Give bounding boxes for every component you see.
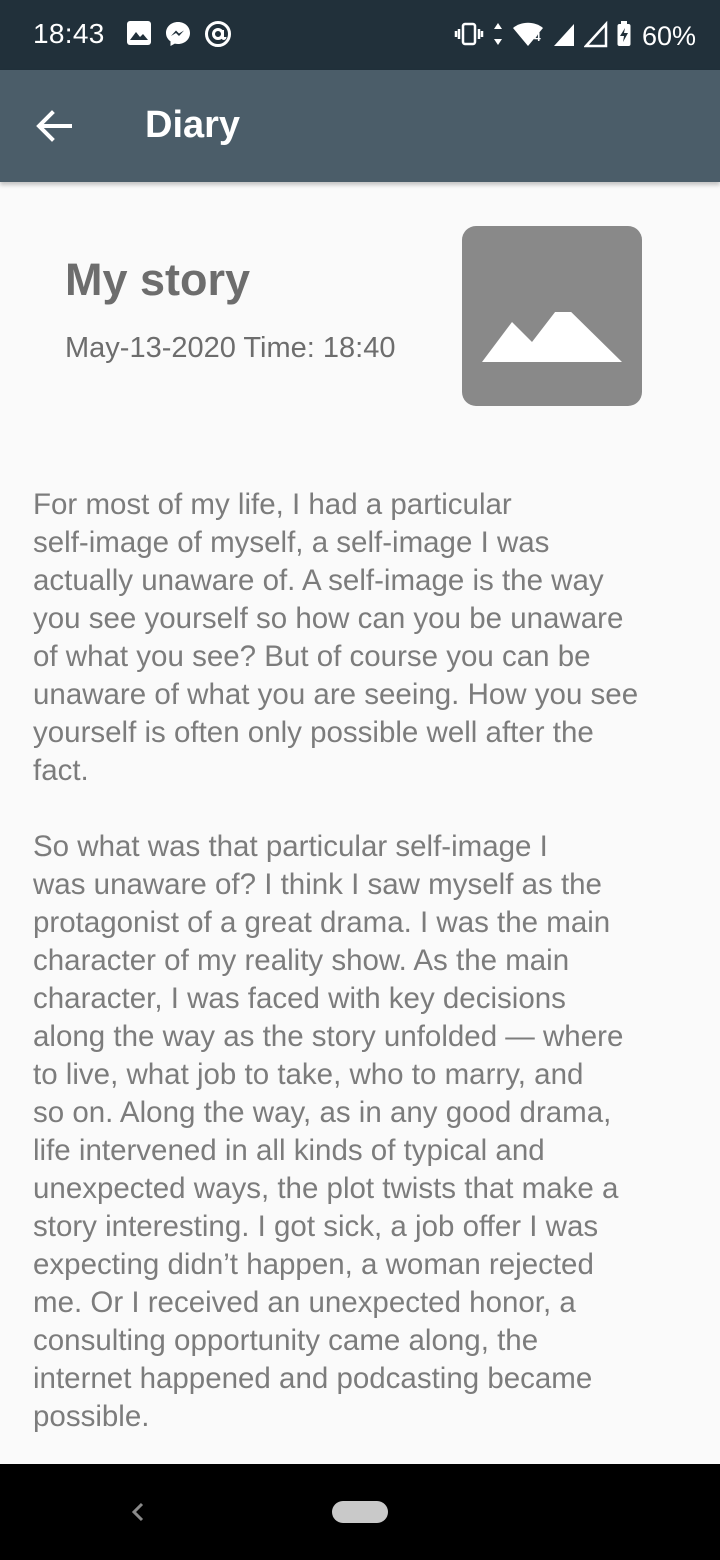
entry-image-placeholder[interactable] (462, 226, 642, 406)
app-title: Diary (145, 104, 241, 146)
status-system-icons: 4 60% (454, 20, 696, 53)
navigation-bar (0, 1464, 720, 1560)
vibrate-icon (454, 20, 484, 53)
at-sign-icon (204, 20, 232, 48)
app-bar: Diary (0, 70, 720, 182)
status-notification-icons (126, 20, 232, 48)
battery-percentage: 60% (641, 21, 696, 51)
nav-back-button[interactable] (128, 1498, 148, 1531)
entry-body: For most of my life, I had a particular … (33, 488, 639, 1433)
image-placeholder-icon (482, 312, 622, 362)
signal-icon (552, 20, 576, 53)
wifi-icon: 4 (512, 20, 544, 53)
entry-date: May-13-2020 Time: 18:40 (65, 332, 396, 364)
battery-charging-icon (616, 20, 632, 53)
entry-title: My story (65, 254, 251, 305)
signal-no-sim-icon (583, 20, 608, 53)
back-button[interactable] (28, 100, 80, 152)
nav-back-icon (131, 1502, 144, 1522)
status-time: 18:43 (33, 18, 105, 49)
arrow-back-icon (36, 110, 72, 142)
wifi-badge: 4 (533, 30, 541, 44)
diary-entry: My story May-13-2020 Time: 18:40 For mos… (0, 182, 720, 1464)
messenger-icon (164, 20, 192, 48)
status-bar: 18:43 4 60% (0, 0, 720, 70)
nav-home-button[interactable] (332, 1501, 388, 1523)
image-icon (126, 20, 152, 48)
data-arrows-icon (492, 20, 504, 53)
